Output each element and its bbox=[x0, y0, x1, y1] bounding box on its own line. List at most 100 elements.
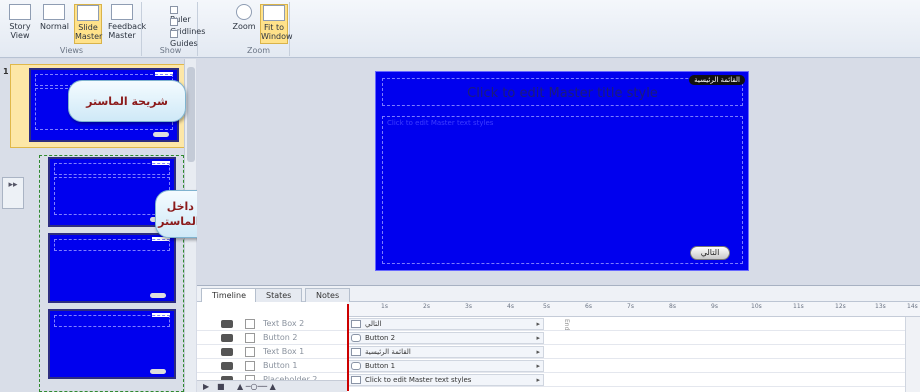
visibility-icon[interactable] bbox=[221, 334, 233, 342]
zoom-slider[interactable]: ▲ ─○── ▲ bbox=[237, 382, 276, 391]
story-view-icon bbox=[9, 4, 31, 20]
object-name: Text Box 2 bbox=[263, 319, 305, 328]
body-placeholder[interactable]: Click to edit Master text styles bbox=[382, 116, 743, 264]
scrollbar-thumb[interactable] bbox=[187, 67, 195, 162]
tick-label: 11s bbox=[793, 303, 804, 310]
playhead[interactable] bbox=[347, 304, 349, 391]
fit-to-window-button[interactable]: Fit to Window bbox=[260, 4, 293, 44]
master-title-text: Click to edit Master title style bbox=[467, 86, 658, 101]
tick-label: 9s bbox=[711, 303, 718, 310]
timeline-bar[interactable]: القائمة الرئيسية ▸ bbox=[347, 346, 544, 358]
feedback-master-icon bbox=[111, 4, 133, 20]
tick-label: 4s bbox=[507, 303, 514, 310]
timeline-bar[interactable]: Button 2 ▸ bbox=[347, 332, 544, 344]
tab-notes[interactable]: Notes bbox=[305, 288, 351, 302]
fit-window-icon bbox=[263, 5, 285, 21]
layout-thumbnail[interactable] bbox=[48, 309, 176, 379]
story-view-button[interactable]: Story View bbox=[6, 4, 34, 40]
collapse-panel-button[interactable]: ▸▸ bbox=[2, 177, 24, 209]
magnifier-icon bbox=[236, 4, 252, 20]
lock-icon[interactable] bbox=[245, 347, 255, 357]
end-marker[interactable]: End bbox=[563, 319, 570, 330]
arrow-right-icon: ▸ bbox=[536, 348, 540, 356]
slide-master-button[interactable]: Slide Master bbox=[74, 4, 102, 44]
ribbon: Story View Normal Slide Master Feedback … bbox=[0, 0, 920, 58]
timeline-ruler[interactable]: 1s 2s 3s 4s 5s 6s 7s 8s 9s 10s 11s 12s 1… bbox=[347, 302, 920, 317]
lock-icon[interactable] bbox=[245, 333, 255, 343]
timeline-panel: Timeline States Notes 1s 2s 3s 4s 5s 6s … bbox=[197, 285, 920, 392]
visibility-icon[interactable] bbox=[221, 320, 233, 328]
normal-view-label: Normal bbox=[40, 22, 69, 31]
bar-text: التالي bbox=[365, 320, 382, 328]
visibility-icon[interactable] bbox=[221, 362, 233, 370]
bar-text: Button 1 bbox=[365, 362, 396, 370]
show-group-label: Show bbox=[159, 46, 182, 55]
stop-icon[interactable]: ■ bbox=[217, 382, 225, 391]
master-body-text: Click to edit Master text styles bbox=[387, 119, 494, 127]
tick-label: 1s bbox=[381, 303, 388, 310]
feedback-master-button[interactable]: Feedback Master bbox=[108, 4, 146, 40]
views-group-label: Views bbox=[59, 46, 84, 55]
slide-stage: Click to edit Master title style القائمة… bbox=[197, 59, 920, 285]
object-name: Button 2 bbox=[263, 333, 298, 342]
next-button[interactable]: التالي bbox=[690, 246, 730, 260]
timeline-tabs: Timeline States Notes bbox=[197, 286, 920, 302]
views-group: Story View Normal Slide Master Feedback … bbox=[2, 2, 146, 56]
timeline-bar[interactable]: التالي ▸ bbox=[347, 318, 544, 330]
text-box-icon bbox=[351, 376, 361, 384]
lock-icon[interactable] bbox=[245, 319, 255, 329]
master-slide-canvas[interactable]: Click to edit Master title style القائمة… bbox=[375, 71, 749, 271]
slide-number: 1 bbox=[3, 67, 9, 76]
object-name: Button 1 bbox=[263, 361, 298, 370]
bar-text: Click to edit Master text styles bbox=[365, 376, 472, 384]
tick-label: 12s bbox=[835, 303, 846, 310]
bar-text: القائمة الرئيسية bbox=[365, 348, 411, 356]
tab-states[interactable]: States bbox=[255, 288, 303, 302]
normal-view-icon bbox=[43, 4, 65, 20]
zoom-group: Zoom Fit to Window Zoom bbox=[228, 2, 293, 56]
checkbox-icon bbox=[170, 6, 178, 14]
thumb-next-button bbox=[150, 369, 166, 374]
play-icon[interactable]: ▶ bbox=[203, 382, 209, 391]
normal-view-button[interactable]: Normal bbox=[40, 4, 69, 31]
timeline-rows: Text Box 2 التالي ▸ Button 2 Button 2 ▸ … bbox=[197, 317, 920, 387]
feedback-master-label: Feedback Master bbox=[108, 22, 147, 40]
zoom-label: Zoom bbox=[232, 22, 256, 31]
checkbox-icon bbox=[170, 18, 178, 26]
checkbox-icon bbox=[170, 30, 178, 38]
text-box-icon bbox=[351, 348, 361, 356]
thumb-next-button bbox=[153, 132, 169, 137]
visibility-icon[interactable] bbox=[221, 348, 233, 356]
button-icon bbox=[351, 362, 361, 370]
thumb-title-placeholder bbox=[54, 239, 170, 251]
button-icon bbox=[351, 334, 361, 342]
thumb-title-placeholder bbox=[54, 163, 170, 175]
bar-text: Button 2 bbox=[365, 334, 396, 342]
tick-label: 10s bbox=[751, 303, 762, 310]
thumb-next-button bbox=[150, 293, 166, 298]
tick-label: 3s bbox=[465, 303, 472, 310]
tick-label: 8s bbox=[669, 303, 676, 310]
tab-timeline[interactable]: Timeline bbox=[201, 288, 258, 302]
layout-thumbnail[interactable] bbox=[48, 233, 176, 303]
tick-label: 13s bbox=[875, 303, 886, 310]
object-name: Text Box 1 bbox=[263, 347, 305, 356]
timeline-bar[interactable]: Click to edit Master text styles ▸ bbox=[347, 374, 544, 386]
home-menu-label[interactable]: القائمة الرئيسية bbox=[689, 75, 745, 85]
timeline-row[interactable]: Button 1 Button 1 ▸ bbox=[197, 359, 920, 373]
lock-icon[interactable] bbox=[245, 361, 255, 371]
timeline-row[interactable]: Text Box 1 القائمة الرئيسية ▸ bbox=[197, 345, 920, 359]
timeline-bar[interactable]: Button 1 ▸ bbox=[347, 360, 544, 372]
timeline-row[interactable]: Text Box 2 التالي ▸ bbox=[197, 317, 920, 331]
fit-to-window-label: Fit to Window bbox=[261, 23, 293, 41]
collapse-icon: ▸▸ bbox=[8, 180, 18, 190]
story-view-label: Story View bbox=[9, 22, 31, 40]
timeline-scrollbar[interactable] bbox=[905, 317, 920, 392]
tick-label: 6s bbox=[585, 303, 592, 310]
callout-master-text: شريحة الماستر bbox=[86, 95, 168, 108]
zoom-button[interactable]: Zoom bbox=[230, 4, 258, 31]
timeline-controls: ▶ ■ ▲ ─○── ▲ bbox=[197, 380, 347, 392]
timeline-row[interactable]: Button 2 Button 2 ▸ bbox=[197, 331, 920, 345]
tick-label: 14s bbox=[907, 303, 918, 310]
show-group: Ruler Gridlines Guides Show bbox=[144, 2, 205, 56]
